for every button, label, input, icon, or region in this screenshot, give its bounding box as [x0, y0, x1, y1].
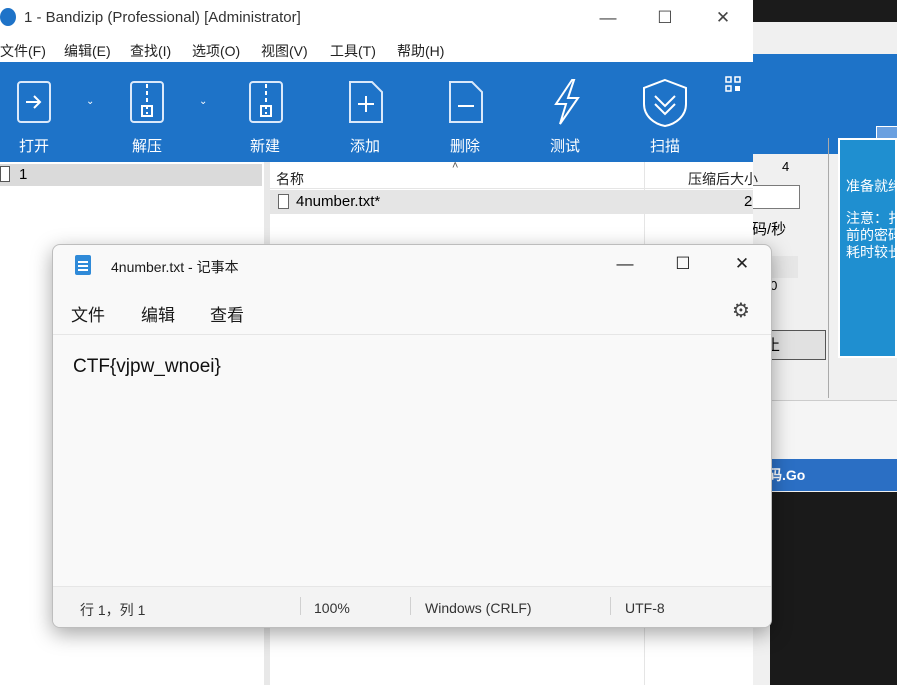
- open-icon[interactable]: [14, 78, 56, 126]
- menu-options[interactable]: 选项(O): [192, 41, 240, 61]
- open-dropdown-icon[interactable]: ⌄: [86, 96, 94, 107]
- extract-icon[interactable]: [127, 78, 169, 126]
- tree-item-selected[interactable]: [0, 164, 262, 186]
- bandizip-title: 1 - Bandizip (Professional) [Administrat…: [24, 9, 301, 26]
- settings-gear-icon[interactable]: ⚙: [732, 298, 750, 323]
- notepad-menu-file[interactable]: 文件: [71, 301, 105, 326]
- file-size: 2: [744, 193, 753, 210]
- sort-ascending-icon: ˄: [452, 160, 459, 172]
- tree-item-label[interactable]: 1: [19, 166, 27, 183]
- background-info-line1: 准备就绪: [846, 178, 897, 194]
- toolbar-add[interactable]: 添加: [335, 135, 395, 156]
- minimize-button[interactable]: —: [594, 6, 622, 30]
- notepad-content[interactable]: CTF{vjpw_wnoei}: [73, 356, 221, 378]
- status-divider: [300, 597, 301, 615]
- notepad-close-button[interactable]: ✕: [722, 252, 762, 276]
- delete-icon[interactable]: [446, 78, 488, 126]
- menu-file[interactable]: 文件(F): [0, 41, 46, 61]
- background-lower-panel: [770, 400, 897, 459]
- close-button[interactable]: ✕: [709, 6, 737, 30]
- layout-grid-icon[interactable]: [725, 76, 741, 92]
- bandizip-titlebar: 1 - Bandizip (Professional) [Administrat…: [0, 0, 753, 36]
- notepad-minimize-button[interactable]: —: [605, 252, 645, 276]
- notepad-icon: [75, 255, 91, 275]
- status-position: 行 1，列 1: [80, 602, 146, 618]
- menu-view[interactable]: 视图(V): [261, 41, 308, 61]
- background-dark-area: [770, 492, 897, 685]
- add-icon[interactable]: [346, 78, 388, 126]
- file-name[interactable]: 4number.txt*: [296, 193, 380, 210]
- text-file-icon: [278, 194, 289, 209]
- background-info-line4: 耗时较长: [846, 244, 897, 260]
- menu-tools[interactable]: 工具(T): [330, 41, 376, 61]
- status-encoding: UTF-8: [625, 600, 665, 616]
- toolbar-test[interactable]: 测试: [535, 135, 595, 156]
- background-rate-label: 码/秒: [752, 221, 787, 238]
- menu-find[interactable]: 查找(I): [130, 41, 171, 61]
- notepad-maximize-button[interactable]: ☐: [663, 252, 703, 276]
- new-archive-icon[interactable]: [246, 78, 288, 126]
- background-bottom-bar[interactable]: 码.Go: [752, 459, 897, 491]
- background-divider: [828, 138, 829, 398]
- scan-shield-icon[interactable]: [640, 78, 690, 128]
- toolbar-extract[interactable]: 解压: [117, 135, 177, 156]
- toolbar-delete[interactable]: 删除: [435, 135, 495, 156]
- maximize-button[interactable]: ☐: [651, 6, 679, 30]
- background-window: 4 码/秒 0:20 止 准备就绪 注意：扌 前的密码 耗时较长 码.Go: [752, 22, 897, 685]
- file-list-header: [270, 162, 753, 189]
- toolbar-scan[interactable]: 扫描: [635, 135, 695, 156]
- notepad-window: 4number.txt - 记事本 — ☐ ✕ 文件 编辑 查看 ⚙ CTF{v…: [52, 244, 772, 628]
- background-value: 4: [782, 159, 790, 174]
- bandizip-logo-icon: [0, 8, 16, 26]
- status-line-ending: Windows (CRLF): [425, 600, 532, 616]
- column-name[interactable]: 名称: [276, 169, 304, 189]
- bandizip-menubar: [0, 36, 753, 62]
- status-zoom: 100%: [314, 600, 350, 616]
- notepad-menu-view[interactable]: 查看: [210, 301, 244, 326]
- test-lightning-icon[interactable]: [546, 78, 588, 126]
- column-compressed-size[interactable]: 压缩后大小: [688, 169, 758, 189]
- status-divider: [610, 597, 611, 615]
- background-input[interactable]: [752, 185, 800, 209]
- notepad-menu-edit[interactable]: 编辑: [141, 301, 175, 326]
- toolbar-new[interactable]: 新建: [235, 135, 295, 156]
- menu-help[interactable]: 帮助(H): [397, 41, 444, 61]
- toolbar-open[interactable]: 打开: [4, 135, 64, 156]
- status-divider: [410, 597, 411, 615]
- extract-dropdown-icon[interactable]: ⌄: [199, 96, 207, 107]
- notepad-title: 4number.txt - 记事本: [111, 259, 239, 275]
- archive-file-icon: [0, 166, 10, 182]
- menu-edit[interactable]: 编辑(E): [64, 41, 111, 61]
